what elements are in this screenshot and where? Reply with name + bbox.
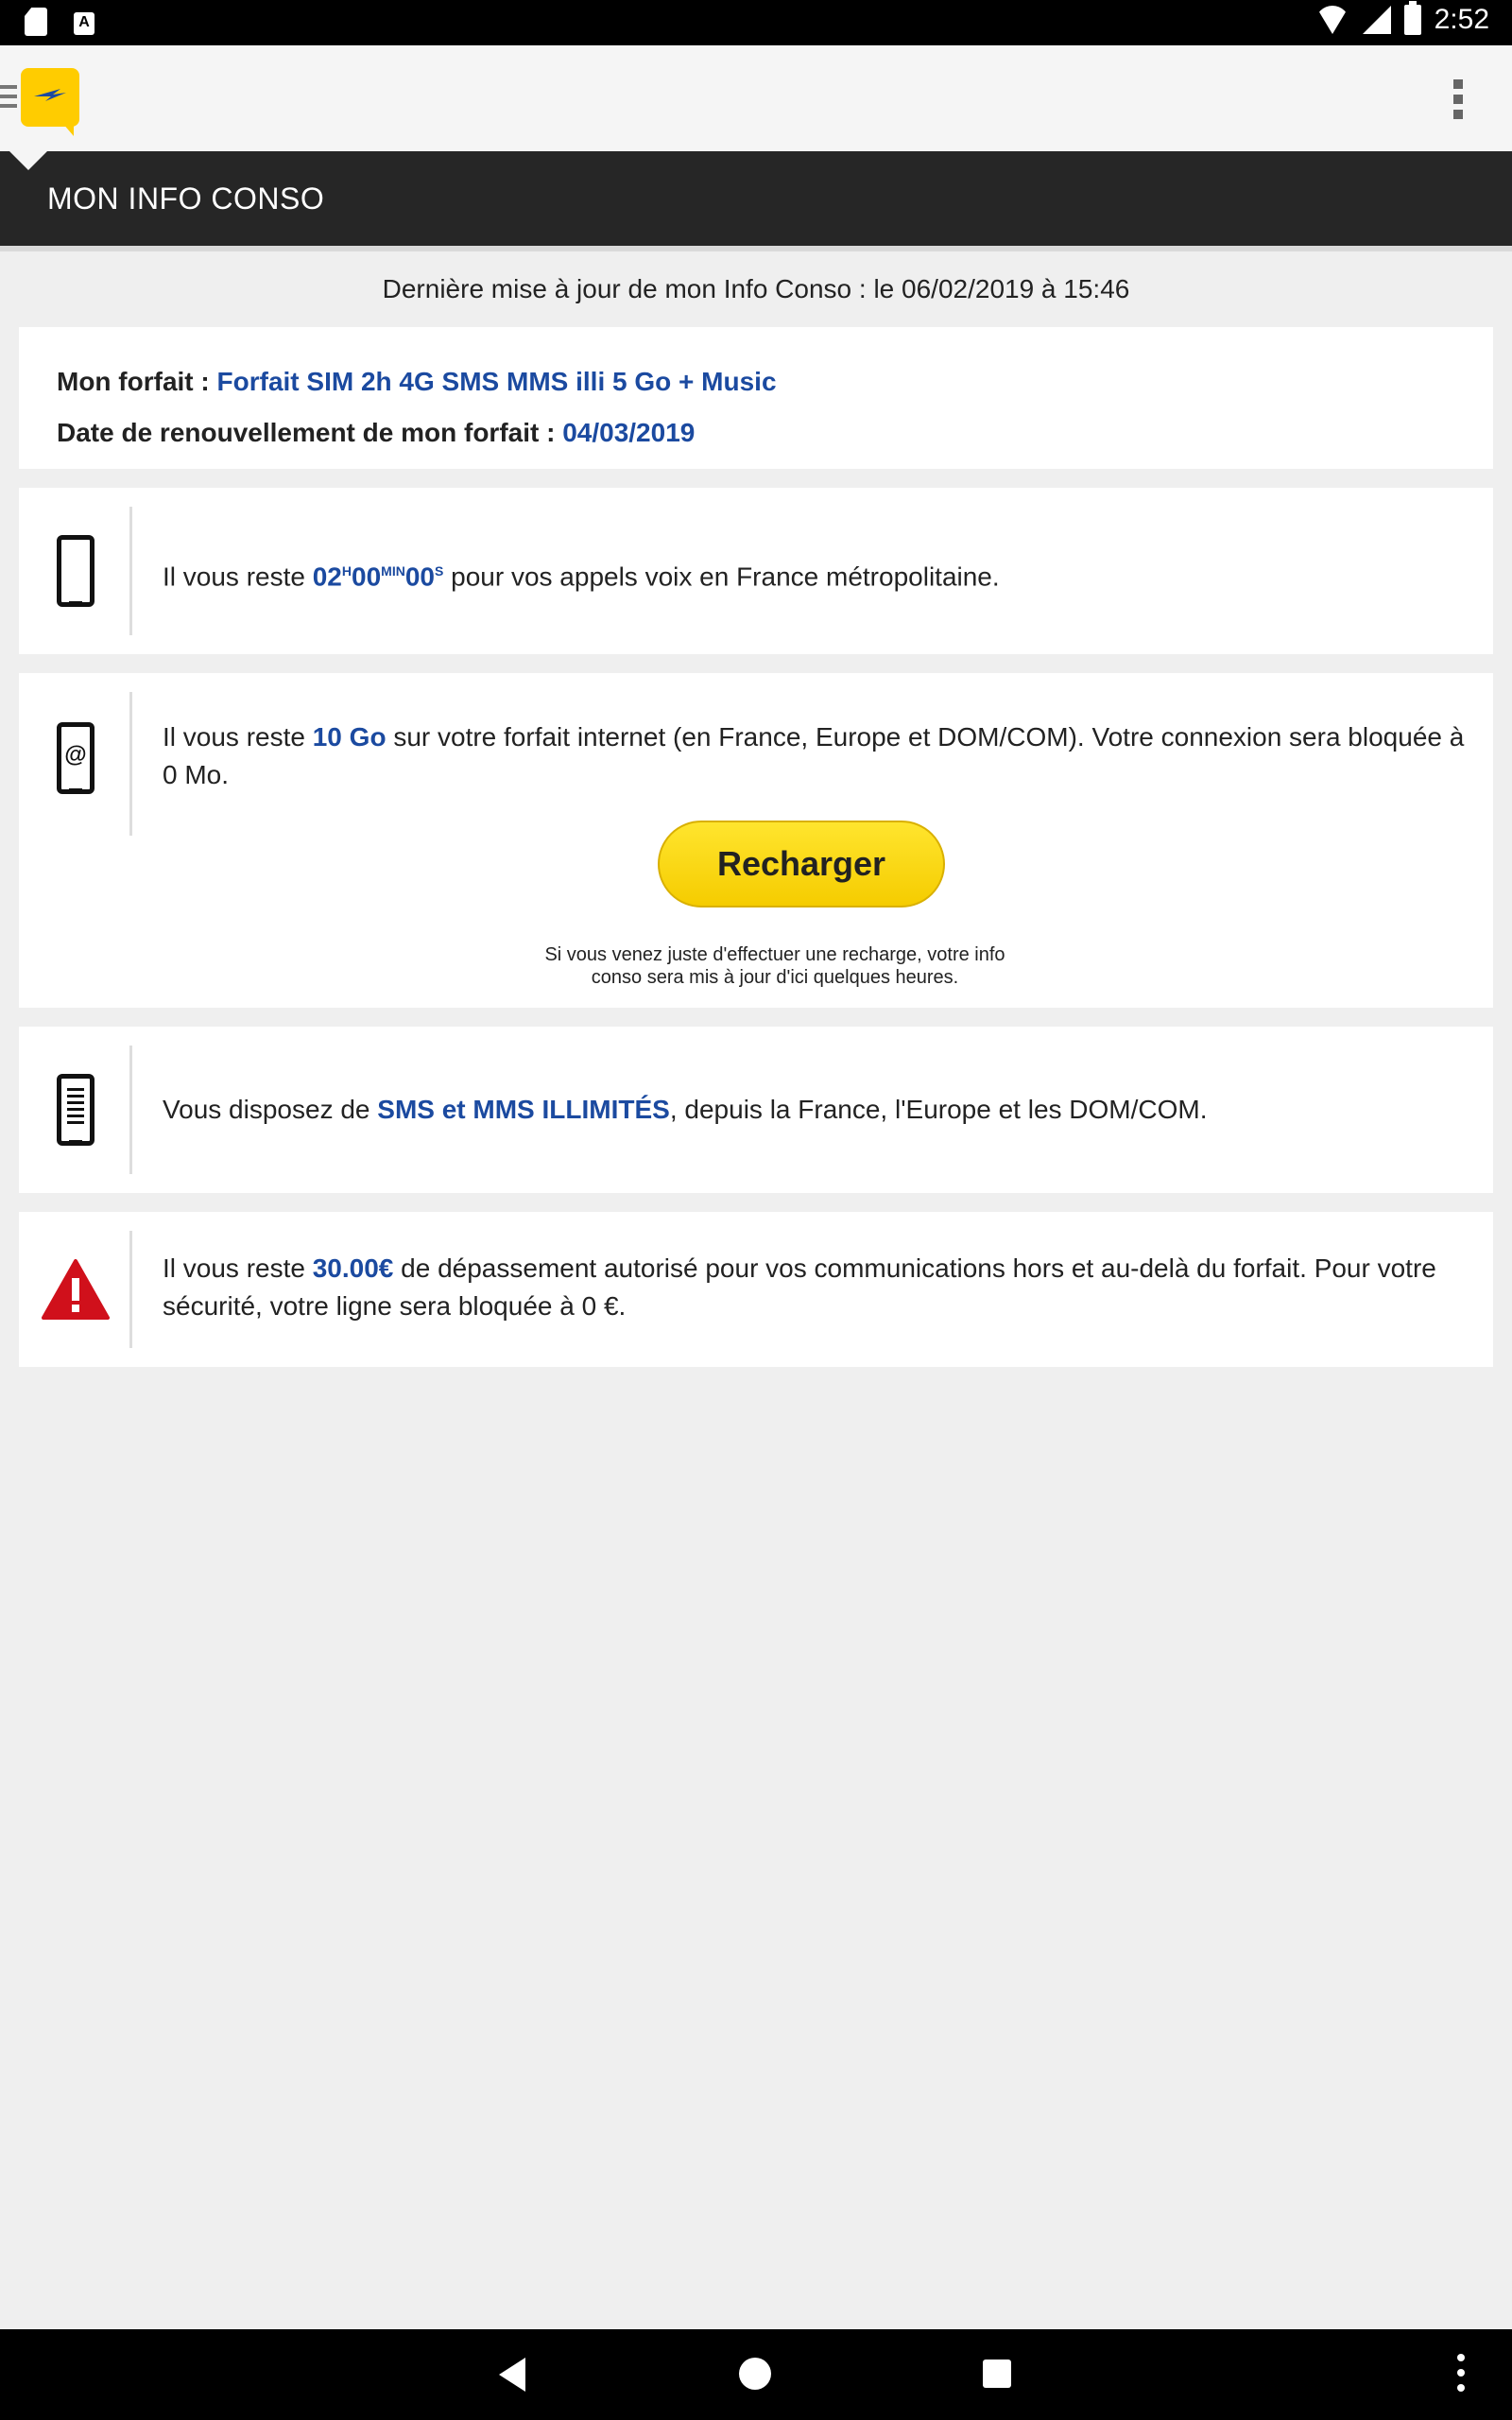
la-poste-logo[interactable]	[21, 68, 79, 136]
sms-icon-cell	[19, 1046, 132, 1174]
sms-card: Vous disposez de SMS et MMS ILLIMITÉS, d…	[19, 1027, 1493, 1193]
alert-icon-cell	[19, 1231, 132, 1348]
alert-card: Il vous reste 30.00€ de dépassement auto…	[19, 1212, 1493, 1367]
data-icon-cell: @	[19, 692, 132, 836]
system-status: 2:52	[1314, 1, 1489, 36]
navigation-bar	[0, 2329, 1512, 2420]
plan-value: Forfait SIM 2h 4G SMS MMS illi 5 Go + Mu…	[216, 367, 777, 396]
mobile-sms-icon	[57, 1074, 94, 1146]
data-prefix: Il vous reste	[163, 722, 313, 752]
mobile-phone-icon	[57, 535, 94, 607]
title-bar: MON INFO CONSO	[0, 151, 1512, 246]
plan-label: Mon forfait :	[57, 367, 217, 396]
voice-prefix: Il vous reste	[163, 562, 313, 592]
app-bar	[0, 45, 1512, 151]
sd-card-icon	[25, 8, 47, 36]
voice-suffix: pour vos appels voix en France métropoli…	[443, 562, 1000, 592]
bird-icon	[34, 89, 66, 101]
plan-line: Mon forfait : Forfait SIM 2h 4G SMS MMS …	[57, 367, 1455, 397]
warning-icon	[42, 1259, 110, 1320]
page-title: MON INFO CONSO	[47, 182, 325, 216]
alert-prefix: Il vous reste	[163, 1253, 313, 1283]
voice-minutes-unit: MIN	[381, 563, 405, 579]
overflow-menu-icon[interactable]	[1453, 79, 1465, 125]
voice-text: Il vous reste 02H00MIN00S pour vos appel…	[163, 552, 1465, 596]
renewal-label: Date de renouvellement de mon forfait :	[57, 418, 563, 447]
menu-icon[interactable]	[0, 85, 17, 113]
at-symbol: @	[64, 742, 87, 768]
voice-hours-unit: H	[341, 563, 352, 579]
voice-seconds: 00	[404, 562, 435, 592]
wifi-icon	[1314, 6, 1349, 34]
recharge-button[interactable]: Recharger	[658, 821, 945, 908]
battery-icon	[1403, 1, 1421, 35]
renewal-value: 04/03/2019	[562, 418, 696, 447]
data-amount: 10 Go	[312, 722, 387, 752]
voice-hours: 02	[312, 562, 342, 592]
home-icon[interactable]	[739, 2358, 771, 2390]
sms-lines	[67, 1088, 84, 1124]
data-card: @ Il vous reste 10 Go sur votre forfait …	[19, 673, 1493, 1008]
voice-icon-cell	[19, 507, 132, 635]
nav-more-icon[interactable]	[1457, 2354, 1465, 2399]
title-notch	[9, 151, 47, 170]
sms-highlight: SMS et MMS ILLIMITÉS	[377, 1095, 670, 1124]
sms-suffix: , depuis la France, l'Europe et les DOM/…	[669, 1095, 1208, 1124]
sms-text: Vous disposez de SMS et MMS ILLIMITÉS, d…	[163, 1091, 1465, 1129]
voice-minutes: 00	[352, 562, 382, 592]
text-icon: A	[74, 11, 94, 35]
divider	[0, 246, 1512, 251]
data-text: Il vous reste 10 Go sur votre forfait in…	[163, 718, 1465, 794]
alert-amount: 30.00€	[312, 1253, 394, 1283]
alert-text: Il vous reste 30.00€ de dépassement auto…	[163, 1250, 1465, 1325]
status-bar: A 2:52	[0, 0, 1512, 45]
recent-apps-icon[interactable]	[983, 2360, 1011, 2388]
notification-icons: A	[25, 8, 94, 36]
clock: 2:52	[1434, 4, 1489, 35]
renewal-line: Date de renouvellement de mon forfait : …	[57, 418, 1455, 448]
voice-seconds-unit: S	[435, 563, 444, 579]
signal-icon	[1362, 6, 1391, 34]
mobile-internet-icon: @	[57, 722, 94, 794]
sms-prefix: Vous disposez de	[163, 1095, 378, 1124]
back-icon[interactable]	[499, 2358, 525, 2392]
voice-card: Il vous reste 02H00MIN00S pour vos appel…	[19, 488, 1493, 654]
last-update-text: Dernière mise à jour de mon Info Conso :…	[382, 274, 1130, 303]
plan-card: Mon forfait : Forfait SIM 2h 4G SMS MMS …	[19, 327, 1493, 469]
recharge-note: Si vous venez juste d'effectuer une rech…	[544, 944, 1005, 988]
